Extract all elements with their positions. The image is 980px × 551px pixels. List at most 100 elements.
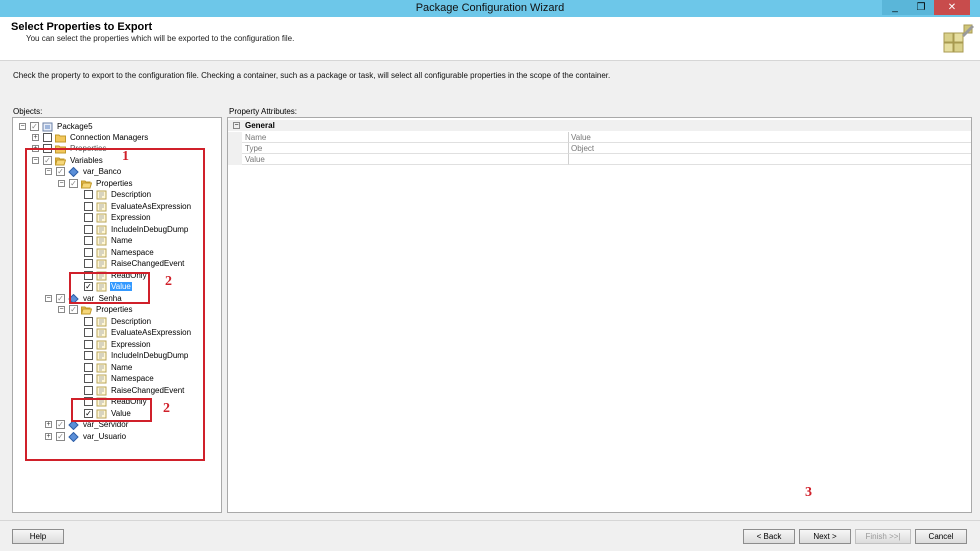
collapse-icon[interactable]: − bbox=[58, 306, 65, 313]
close-button[interactable]: ✕ bbox=[934, 0, 970, 15]
tree-node-var-banco[interactable]: − ✓ var_Banco bbox=[45, 166, 122, 177]
tree-node-evaluate-as-expression[interactable]: EvaluateAsExpression bbox=[84, 201, 192, 212]
collapse-icon[interactable]: − bbox=[32, 157, 39, 164]
tree-label: Name bbox=[111, 236, 133, 245]
tree-node-raise-changed-event[interactable]: RaiseChangedEvent bbox=[84, 385, 185, 396]
checkbox[interactable]: ✓ bbox=[56, 432, 65, 441]
tree-node-var-usuario[interactable]: + ✓ var_Usuario bbox=[45, 431, 127, 442]
tree-node-read-only[interactable]: ReadOnly bbox=[84, 396, 148, 407]
checkbox[interactable]: ✓ bbox=[56, 294, 65, 303]
checkbox[interactable] bbox=[84, 363, 93, 372]
checkbox[interactable] bbox=[84, 374, 93, 383]
help-button[interactable]: Help bbox=[12, 529, 64, 544]
tree-node-evaluate-as-expression[interactable]: EvaluateAsExpression bbox=[84, 327, 192, 338]
checkbox[interactable] bbox=[84, 317, 93, 326]
expand-icon[interactable]: + bbox=[45, 421, 52, 428]
checkbox[interactable] bbox=[84, 328, 93, 337]
tree-node-properties-root[interactable]: + Properties bbox=[32, 143, 107, 154]
tree-node-properties[interactable]: − ✓ Properties bbox=[58, 304, 133, 315]
collapse-icon[interactable]: − bbox=[19, 123, 26, 130]
tree-node-name[interactable]: Name bbox=[84, 362, 133, 373]
minimize-button[interactable]: _ bbox=[882, 0, 908, 15]
objects-label: Objects: bbox=[13, 107, 43, 116]
checkbox[interactable]: ✓ bbox=[43, 156, 52, 165]
finish-button[interactable]: Finish >>| bbox=[855, 529, 911, 544]
tree-node-namespace[interactable]: Namespace bbox=[84, 247, 155, 258]
tree-node-properties[interactable]: − ✓ Properties bbox=[58, 178, 133, 189]
checkbox[interactable] bbox=[84, 271, 93, 280]
collapse-icon[interactable]: − bbox=[58, 180, 65, 187]
checkbox[interactable] bbox=[43, 133, 52, 142]
tree-node-include-in-debug-dump[interactable]: IncludeInDebugDump bbox=[84, 350, 189, 361]
property-attributes-label: Property Attributes: bbox=[229, 107, 298, 116]
tree-node-value-selected[interactable]: ✓ Value bbox=[84, 281, 132, 292]
checkbox-checked[interactable]: ✓ bbox=[84, 409, 93, 418]
tree-node-namespace[interactable]: Namespace bbox=[84, 373, 155, 384]
tree-node-value[interactable]: ✓ Value bbox=[84, 408, 132, 419]
property-value bbox=[569, 154, 971, 165]
checkbox[interactable] bbox=[84, 259, 93, 268]
checkbox[interactable] bbox=[43, 144, 52, 153]
tree-node-variables[interactable]: − ✓ Variables bbox=[32, 155, 104, 166]
expand-icon[interactable]: + bbox=[32, 134, 39, 141]
cancel-button[interactable]: Cancel bbox=[915, 529, 967, 544]
collapse-icon[interactable]: − bbox=[233, 122, 240, 129]
tree-label: ReadOnly bbox=[111, 271, 147, 280]
checkbox-checked[interactable]: ✓ bbox=[84, 282, 93, 291]
objects-tree[interactable]: − ✓ Package5 + Connection Managers + Pro… bbox=[12, 117, 222, 513]
collapse-icon[interactable]: − bbox=[45, 168, 52, 175]
tree-label: Package5 bbox=[57, 122, 93, 131]
checkbox[interactable] bbox=[84, 386, 93, 395]
checkbox[interactable]: ✓ bbox=[69, 305, 78, 314]
tree-node-expression[interactable]: Expression bbox=[84, 212, 152, 223]
tree-node-expression[interactable]: Expression bbox=[84, 339, 152, 350]
tree-node-raise-changed-event[interactable]: RaiseChangedEvent bbox=[84, 258, 185, 269]
property-icon bbox=[96, 225, 107, 234]
tree-label: Description bbox=[111, 317, 152, 326]
restore-button[interactable]: ❐ bbox=[908, 0, 934, 15]
tree-label: EvaluateAsExpression bbox=[111, 328, 192, 337]
tree-label: EvaluateAsExpression bbox=[111, 202, 192, 211]
tree-node-var-senha[interactable]: − ✓ var_Senha bbox=[45, 293, 123, 304]
property-row[interactable]: Name Value bbox=[228, 132, 971, 143]
checkbox[interactable] bbox=[84, 248, 93, 257]
next-button[interactable]: Next > bbox=[799, 529, 851, 544]
checkbox[interactable] bbox=[84, 202, 93, 211]
expand-icon[interactable]: + bbox=[32, 145, 39, 152]
checkbox[interactable] bbox=[84, 236, 93, 245]
tree-node-name[interactable]: Name bbox=[84, 235, 133, 246]
property-attributes-grid[interactable]: − General Name Value Type Object Value bbox=[227, 117, 972, 513]
collapse-icon[interactable]: − bbox=[45, 295, 52, 302]
checkbox[interactable] bbox=[84, 340, 93, 349]
checkbox[interactable] bbox=[84, 351, 93, 360]
tree-node-description[interactable]: Description bbox=[84, 316, 152, 327]
property-row[interactable]: Value bbox=[228, 154, 971, 165]
property-group-header[interactable]: − General bbox=[228, 120, 971, 131]
property-icon bbox=[96, 271, 107, 280]
tree-label: Expression bbox=[111, 213, 151, 222]
property-value: Value bbox=[569, 132, 971, 143]
open-folder-icon bbox=[81, 306, 92, 314]
expand-icon[interactable]: + bbox=[45, 433, 52, 440]
tree-label: IncludeInDebugDump bbox=[111, 351, 189, 360]
property-icon bbox=[96, 190, 107, 199]
tree-label: Variables bbox=[70, 156, 103, 165]
checkbox[interactable]: ✓ bbox=[30, 122, 39, 131]
checkbox[interactable]: ✓ bbox=[56, 420, 65, 429]
checkbox[interactable] bbox=[84, 397, 93, 406]
tree-node-include-in-debug-dump[interactable]: IncludeInDebugDump bbox=[84, 224, 189, 235]
tree-node-connection-managers[interactable]: + Connection Managers bbox=[32, 132, 149, 143]
checkbox[interactable]: ✓ bbox=[56, 167, 65, 176]
checkbox[interactable]: ✓ bbox=[69, 179, 78, 188]
variable-icon bbox=[68, 293, 79, 304]
tree-node-description[interactable]: Description bbox=[84, 189, 152, 200]
checkbox[interactable] bbox=[84, 213, 93, 222]
back-button[interactable]: < Back bbox=[743, 529, 795, 544]
variable-icon bbox=[68, 431, 79, 442]
tree-node-read-only[interactable]: ReadOnly bbox=[84, 270, 148, 281]
tree-node-package[interactable]: − ✓ Package5 bbox=[19, 121, 94, 132]
tree-node-var-servidor[interactable]: + ✓ var_Servidor bbox=[45, 419, 129, 430]
property-row[interactable]: Type Object bbox=[228, 143, 971, 154]
checkbox[interactable] bbox=[84, 225, 93, 234]
checkbox[interactable] bbox=[84, 190, 93, 199]
